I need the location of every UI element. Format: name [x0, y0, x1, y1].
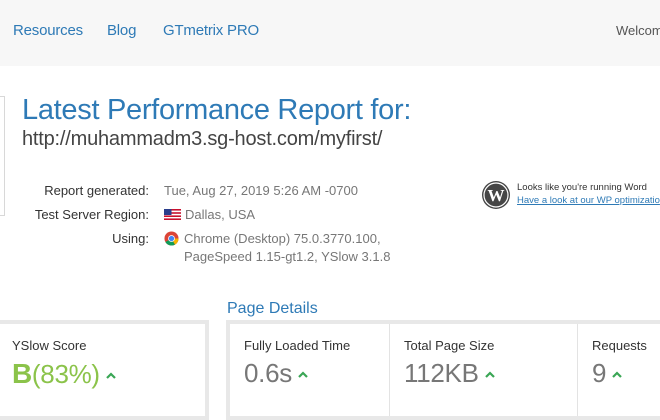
- wordpress-notice-text: Looks like you're running Word: [517, 182, 647, 193]
- using-label: Using:: [112, 231, 149, 246]
- svg-text:W: W: [488, 186, 505, 205]
- page-details-card: Fully Loaded Time 0.6s Total Page Size 1…: [226, 320, 660, 420]
- requests-value: 9: [592, 358, 622, 389]
- report-url: http://muhammadm3.sg-host.com/myfirst/: [22, 128, 383, 150]
- fully-loaded-label: Fully Loaded Time: [244, 338, 351, 353]
- region-text: Dallas, USA: [185, 207, 256, 222]
- metric-divider: [577, 324, 578, 416]
- welcome-text: Welcom: [616, 23, 660, 38]
- requests-number: 9: [592, 358, 607, 388]
- wordpress-notice: W Looks like you're running Word Have a …: [481, 180, 660, 216]
- fully-loaded-value: 0.6s: [244, 358, 308, 389]
- requests-label: Requests: [592, 338, 647, 353]
- metric-divider: [389, 324, 390, 416]
- trend-up-icon: [298, 371, 308, 378]
- yslow-score-label: YSlow Score: [12, 338, 87, 353]
- page-size-number: 112KB: [404, 358, 479, 388]
- yslow-grade: B: [12, 358, 32, 389]
- us-flag-icon: [164, 209, 181, 220]
- using-line1-text: Chrome (Desktop) 75.0.3770.100,: [184, 231, 381, 246]
- fully-loaded-number: 0.6s: [244, 358, 292, 388]
- page-size-value: 112KB: [404, 358, 495, 389]
- using-line2: PageSpeed 1.15-gt1.2, YSlow 3.1.8: [184, 249, 391, 264]
- nav-gtmetrix-pro-link[interactable]: GTmetrix PRO: [163, 22, 259, 39]
- test-server-region-label: Test Server Region:: [34, 207, 149, 222]
- page-details-heading: Page Details: [227, 300, 318, 317]
- test-server-region-value: Dallas, USA: [164, 207, 255, 222]
- using-line1: Chrome (Desktop) 75.0.3770.100,: [164, 231, 381, 246]
- nav-resources-link[interactable]: Resources: [13, 22, 83, 39]
- page-size-label: Total Page Size: [404, 338, 495, 353]
- chrome-icon: [164, 231, 179, 246]
- yslow-score-value: B(83%): [12, 358, 116, 390]
- wordpress-optimization-link[interactable]: Have a look at our WP optimizatio: [517, 195, 660, 206]
- trend-up-icon: [484, 371, 495, 378]
- report-generated-value: Tue, Aug 27, 2019 5:26 AM -0700: [164, 183, 358, 198]
- trend-up-icon: [612, 371, 622, 378]
- report-generated-label: Report generated:: [44, 183, 149, 198]
- top-navigation-bar: Resources Blog GTmetrix PRO Welcom: [0, 0, 660, 66]
- report-title: Latest Performance Report for:: [22, 94, 412, 126]
- yslow-percent: (83%): [31, 359, 100, 389]
- trend-up-icon: [106, 372, 116, 379]
- wordpress-icon: W: [482, 181, 510, 209]
- nav-blog-link[interactable]: Blog: [107, 22, 136, 39]
- screenshot-thumbnail-edge: [0, 96, 5, 216]
- yslow-score-card: YSlow Score B(83%): [0, 320, 209, 420]
